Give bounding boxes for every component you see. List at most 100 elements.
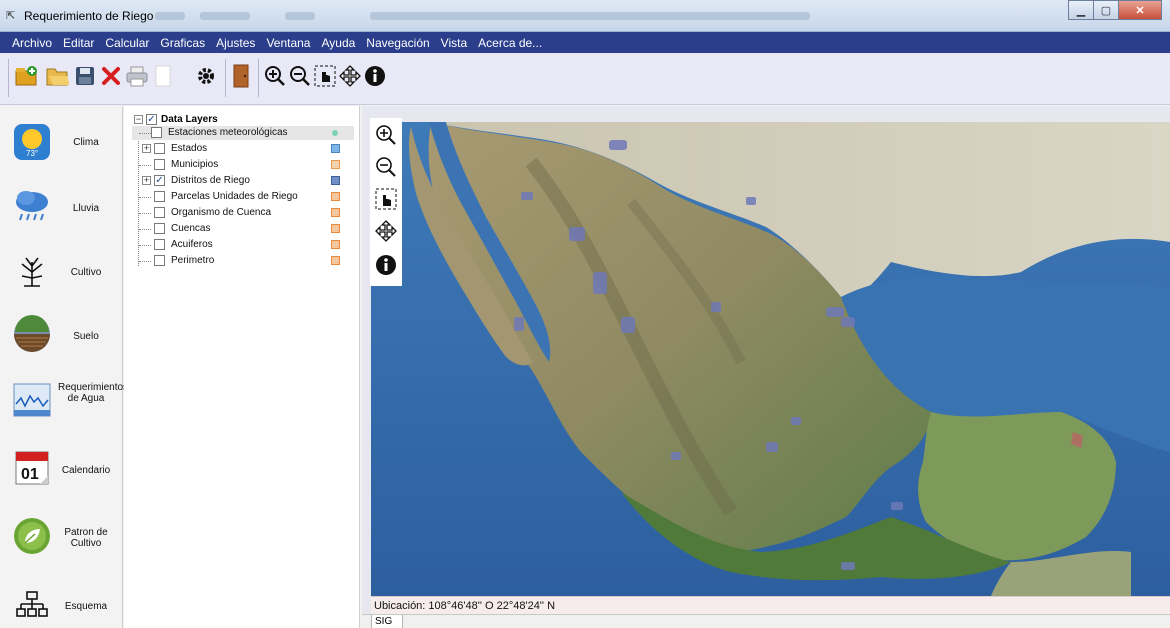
close-button[interactable]: ✕ xyxy=(1118,0,1162,20)
tree-connector xyxy=(139,165,151,166)
menu-acerca-de[interactable]: Acerca de... xyxy=(478,36,542,50)
layer-checkbox[interactable] xyxy=(154,223,165,234)
select-hand-icon[interactable] xyxy=(312,63,338,89)
menu-bar: Archivo Editar Calcular Graficas Ajustes… xyxy=(0,32,1170,53)
menu-archivo[interactable]: Archivo xyxy=(12,36,52,50)
sidebar-item-requerimientos-agua[interactable]: Requerimientos de Agua xyxy=(0,368,128,432)
sidebar-label-calendario: Calendario xyxy=(61,465,111,476)
expand-toggle[interactable]: + xyxy=(142,176,151,185)
pan-arrows-icon xyxy=(375,220,397,242)
zoom-in-icon xyxy=(376,125,396,145)
layer-swatch xyxy=(331,192,340,201)
toolbar-separator xyxy=(225,59,226,97)
title-ghost-text xyxy=(155,12,185,20)
layer-row-municipios[interactable]: Municipios xyxy=(132,158,354,172)
menu-vista[interactable]: Vista xyxy=(441,36,467,50)
open-folder-icon[interactable] xyxy=(44,63,70,89)
calendar-icon: 01 xyxy=(12,448,52,488)
door-exit-icon[interactable] xyxy=(228,63,254,89)
map-tab-strip: SIG xyxy=(362,614,1170,628)
layer-checkbox[interactable] xyxy=(154,207,165,218)
tree-connector xyxy=(139,213,151,214)
layer-label: Estados xyxy=(171,143,208,154)
layer-row-acuiferos[interactable]: Acuiferos xyxy=(132,238,354,252)
title-ghost-text xyxy=(285,12,315,20)
layer-checkbox[interactable] xyxy=(151,127,162,138)
layer-label: Perimetro xyxy=(171,255,215,266)
tree-connector xyxy=(139,261,151,262)
sidebar-label-patron-cultivo: Patron de Cultivo xyxy=(64,527,108,549)
layer-checkbox[interactable] xyxy=(154,255,165,266)
menu-ayuda[interactable]: Ayuda xyxy=(321,36,355,50)
layer-checkbox[interactable] xyxy=(154,191,165,202)
menu-graficas[interactable]: Graficas xyxy=(160,36,205,50)
layer-checkbox[interactable] xyxy=(154,239,165,250)
collapse-toggle[interactable]: − xyxy=(134,114,143,124)
sidebar-item-esquema[interactable]: Esquema xyxy=(0,572,123,628)
layer-row-cuencas[interactable]: Cuencas xyxy=(132,222,354,236)
sidebar-item-lluvia[interactable]: Lluvia xyxy=(0,174,123,238)
map-zoom-out-button[interactable] xyxy=(374,154,398,180)
blank-page-icon[interactable] xyxy=(150,63,176,89)
sidebar-item-clima[interactable]: 73° Clima xyxy=(0,110,123,174)
info-icon xyxy=(376,255,396,275)
sidebar-label-esquema: Esquema xyxy=(64,601,108,612)
sidebar-item-calendario[interactable]: 01 Calendario xyxy=(0,436,123,500)
map-info-button[interactable] xyxy=(374,252,398,278)
soil-field-icon xyxy=(12,314,52,354)
tab-sig[interactable]: SIG xyxy=(371,615,403,628)
window-title: Requerimiento de Riego xyxy=(24,9,154,23)
add-folder-icon[interactable] xyxy=(14,63,40,89)
layer-row-distritos-riego[interactable]: + ✓ Distritos de Riego xyxy=(132,174,354,188)
map-canvas[interactable] xyxy=(371,122,1170,596)
layer-label: Distritos de Riego xyxy=(171,175,250,186)
minimize-button[interactable]: ▁ xyxy=(1068,0,1094,20)
menu-editar[interactable]: Editar xyxy=(63,36,94,50)
map-pan-button[interactable] xyxy=(374,218,398,244)
layer-checkbox[interactable]: ✓ xyxy=(154,175,165,186)
sidebar-item-cultivo[interactable]: Cultivo xyxy=(0,238,123,302)
tree-connector xyxy=(139,245,151,246)
title-ghost-text xyxy=(200,12,250,20)
layer-swatch xyxy=(331,144,340,153)
menu-calcular[interactable]: Calcular xyxy=(105,36,149,50)
sidebar-label-lluvia: Lluvia xyxy=(72,203,100,214)
menu-ventana[interactable]: Ventana xyxy=(266,36,310,50)
print-icon[interactable] xyxy=(124,63,150,89)
rain-cloud-icon xyxy=(12,186,52,226)
layer-checkbox-root[interactable]: ✓ xyxy=(146,113,157,125)
settings-gear-icon[interactable] xyxy=(193,63,219,89)
tree-connector xyxy=(139,133,151,134)
save-icon[interactable] xyxy=(72,63,98,89)
zoom-out-icon[interactable] xyxy=(287,63,313,89)
leaf-badge-icon xyxy=(12,516,52,556)
maximize-button[interactable]: ▢ xyxy=(1093,0,1119,20)
sidebar-item-patron-cultivo[interactable]: Patron de Cultivo xyxy=(0,504,123,568)
menu-navegacion[interactable]: Navegación xyxy=(366,36,429,50)
layer-row-organismo-cuenca[interactable]: Organismo de Cuenca xyxy=(132,206,354,220)
window-controls: ▁ ▢ ✕ xyxy=(1068,0,1162,20)
menu-ajustes[interactable]: Ajustes xyxy=(216,36,255,50)
layer-label: Estaciones meteorológicas xyxy=(168,127,288,138)
map-select-button[interactable] xyxy=(374,186,398,212)
zoom-in-icon[interactable] xyxy=(262,63,288,89)
app-icon: ⇱ xyxy=(6,10,16,22)
layer-row-estaciones[interactable]: Estaciones meteorológicas xyxy=(132,126,354,140)
svg-text:73°: 73° xyxy=(26,149,38,158)
plant-icon xyxy=(12,250,52,290)
layer-checkbox[interactable] xyxy=(154,143,165,154)
toolbar-separator xyxy=(8,59,9,97)
map-tool-panel xyxy=(370,118,402,286)
layer-checkbox[interactable] xyxy=(154,159,165,170)
sidebar-item-suelo[interactable]: Suelo xyxy=(0,302,123,366)
layers-panel: − ✓ Data Layers Estaciones meteorológica… xyxy=(124,106,360,628)
delete-icon[interactable] xyxy=(98,63,124,89)
info-icon[interactable] xyxy=(362,63,388,89)
layer-row-parcelas[interactable]: Parcelas Unidades de Riego xyxy=(132,190,354,204)
map-zoom-in-button[interactable] xyxy=(374,122,398,148)
expand-toggle[interactable]: + xyxy=(142,144,151,153)
layer-row-estados[interactable]: + Estados xyxy=(132,142,354,156)
pan-arrows-icon[interactable] xyxy=(337,63,363,89)
layer-row-perimetro[interactable]: Perimetro xyxy=(132,254,354,268)
tree-root-data-layers[interactable]: − ✓ Data Layers xyxy=(134,112,218,126)
